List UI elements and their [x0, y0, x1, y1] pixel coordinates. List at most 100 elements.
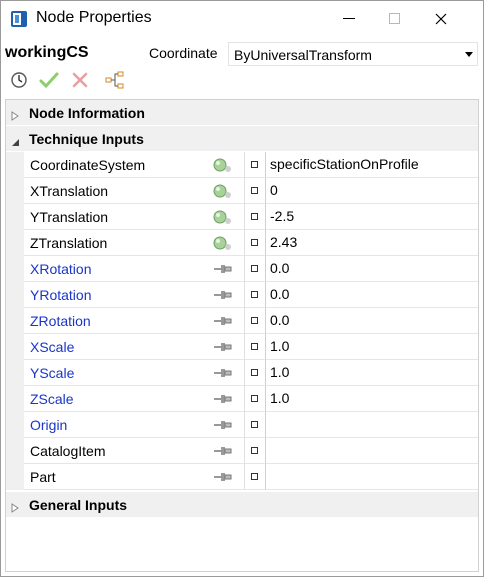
row-option-button[interactable] — [245, 334, 266, 360]
property-name: Part — [30, 469, 56, 485]
property-value: -2.5 — [270, 208, 295, 224]
app-icon — [10, 10, 28, 28]
row-gutter — [6, 438, 24, 464]
row-option-button[interactable] — [245, 204, 266, 230]
property-name-cell: YScale — [24, 360, 245, 386]
row-option-button[interactable] — [245, 256, 266, 282]
property-name[interactable]: XRotation — [30, 261, 91, 277]
property-name: CoordinateSystem — [30, 157, 146, 173]
title-bar: Node Properties — [1, 1, 483, 37]
pin-icon[interactable] — [212, 417, 234, 433]
property-name-cell: ZTranslation — [24, 230, 245, 256]
cancel-button[interactable] — [69, 69, 91, 91]
property-row-catalogitem: CatalogItem — [6, 438, 478, 464]
property-row-zrotation: ZRotation 0.0 — [6, 308, 478, 334]
property-name-cell: CoordinateSystem — [24, 152, 245, 178]
property-value-field[interactable] — [266, 464, 478, 490]
property-name: YTranslation — [30, 209, 109, 225]
globe-icon[interactable] — [212, 183, 234, 199]
property-row-origin: Origin — [6, 412, 478, 438]
close-button[interactable] — [418, 1, 464, 37]
property-name-cell: XTranslation — [24, 178, 245, 204]
property-value-field[interactable]: 0.0 — [266, 308, 478, 334]
row-option-button[interactable] — [245, 230, 266, 256]
globe-icon[interactable] — [212, 209, 234, 225]
row-option-button[interactable] — [245, 152, 266, 178]
property-value-field[interactable] — [266, 438, 478, 464]
row-option-button[interactable] — [245, 438, 266, 464]
property-value-field[interactable]: 1.0 — [266, 334, 478, 360]
row-option-button[interactable] — [245, 308, 266, 334]
section-label: Technique Inputs — [29, 131, 144, 147]
globe-icon[interactable] — [212, 157, 234, 173]
property-value-field[interactable]: 0.0 — [266, 256, 478, 282]
apply-button[interactable] — [38, 69, 60, 91]
history-button[interactable] — [8, 69, 30, 91]
row-option-button[interactable] — [245, 178, 266, 204]
property-name[interactable]: ZRotation — [30, 313, 91, 329]
section-node-information[interactable]: Node Information — [6, 100, 478, 126]
maximize-button[interactable] — [372, 1, 418, 37]
property-value-field[interactable]: 1.0 — [266, 386, 478, 412]
section-general-inputs[interactable]: General Inputs — [6, 492, 478, 518]
pin-icon[interactable] — [212, 261, 234, 277]
globe-icon[interactable] — [212, 235, 234, 251]
property-row-part: Part — [6, 464, 478, 490]
property-name[interactable]: YScale — [30, 365, 74, 381]
property-name-cell: XScale — [24, 334, 245, 360]
property-value-field[interactable]: -2.5 — [266, 204, 478, 230]
property-value-field[interactable]: specificStationOnProfile — [266, 152, 478, 178]
tree-view-button[interactable] — [104, 69, 126, 91]
row-option-button[interactable] — [245, 282, 266, 308]
property-name-cell: Origin — [24, 412, 245, 438]
property-row-yscale: YScale 1.0 — [6, 360, 478, 386]
property-grid: Node Information Technique Inputs Coordi… — [5, 99, 479, 572]
property-name-cell: YTranslation — [24, 204, 245, 230]
property-value-field[interactable]: 0.0 — [266, 282, 478, 308]
property-row-ztranslation: ZTranslation 2.43 — [6, 230, 478, 256]
row-gutter — [6, 178, 24, 204]
pin-icon[interactable] — [212, 365, 234, 381]
row-option-button[interactable] — [245, 386, 266, 412]
property-name[interactable]: XScale — [30, 339, 74, 355]
section-technique-inputs[interactable]: Technique Inputs — [6, 126, 478, 152]
pin-icon[interactable] — [212, 339, 234, 355]
row-gutter — [6, 360, 24, 386]
property-value-field[interactable]: 1.0 — [266, 360, 478, 386]
row-option-button[interactable] — [245, 360, 266, 386]
square-icon — [251, 187, 258, 194]
square-icon — [251, 395, 258, 402]
property-name: ZTranslation — [30, 235, 108, 251]
property-name[interactable]: YRotation — [30, 287, 91, 303]
property-row-ytranslation: YTranslation -2.5 — [6, 204, 478, 230]
row-option-button[interactable] — [245, 464, 266, 490]
property-value: 1.0 — [270, 390, 290, 406]
square-icon — [251, 291, 258, 298]
row-gutter — [6, 308, 24, 334]
property-value: 0.0 — [270, 286, 290, 302]
property-value: 0.0 — [270, 260, 290, 276]
row-gutter — [6, 230, 24, 256]
property-name[interactable]: Origin — [30, 417, 67, 433]
pin-icon[interactable] — [212, 287, 234, 303]
property-value: 1.0 — [270, 338, 290, 354]
property-row-xtranslation: XTranslation 0 — [6, 178, 478, 204]
property-row-coordinatesystem: CoordinateSystem specificStationOnProfil… — [6, 152, 478, 178]
pin-icon[interactable] — [212, 391, 234, 407]
square-icon — [251, 447, 258, 454]
pin-icon[interactable] — [212, 313, 234, 329]
tree-icon — [105, 71, 124, 89]
section-label: Node Information — [29, 105, 145, 121]
property-value-field[interactable] — [266, 412, 478, 438]
property-name[interactable]: ZScale — [30, 391, 74, 407]
minimize-button[interactable] — [326, 1, 372, 37]
property-name-cell: XRotation — [24, 256, 245, 282]
pin-icon[interactable] — [212, 443, 234, 459]
property-value-field[interactable]: 0 — [266, 178, 478, 204]
row-option-button[interactable] — [245, 412, 266, 438]
row-gutter — [6, 256, 24, 282]
coordinate-dropdown[interactable]: ByUniversalTransform — [228, 42, 478, 66]
property-value-field[interactable]: 2.43 — [266, 230, 478, 256]
property-name-cell: Part — [24, 464, 245, 490]
pin-icon[interactable] — [212, 469, 234, 485]
